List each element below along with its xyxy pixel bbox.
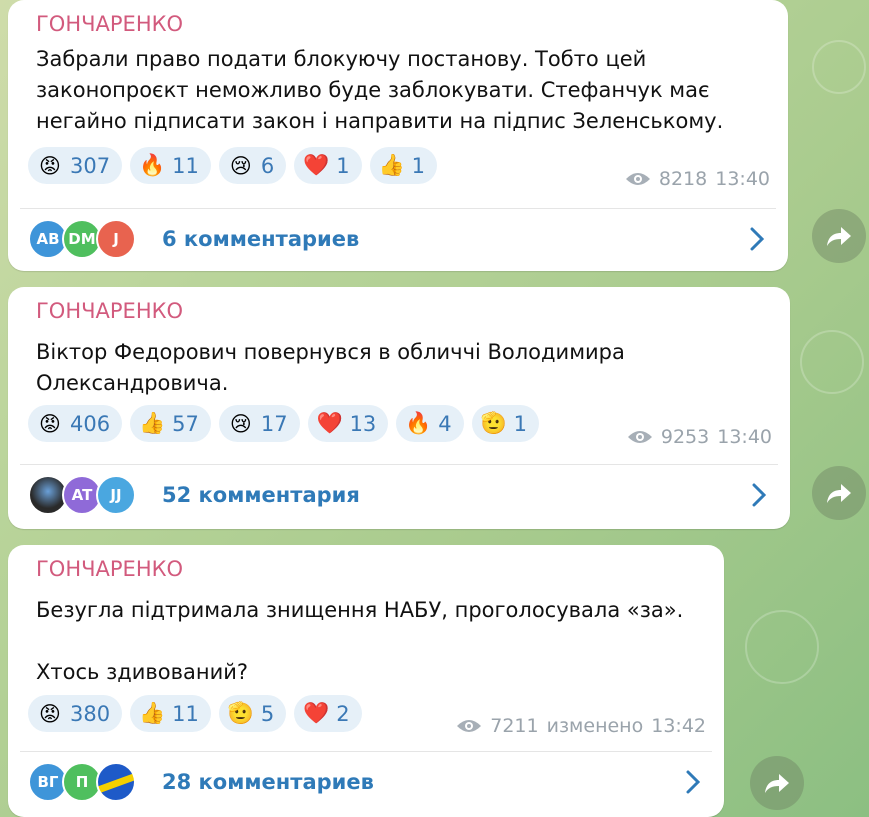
crying-face-icon: 😢 xyxy=(229,411,252,436)
chevron-right-icon xyxy=(686,770,701,794)
reaction-thumbs-up[interactable]: 👍 1 xyxy=(369,147,437,184)
chevron-right-icon xyxy=(752,483,767,507)
reaction-count: 1 xyxy=(513,411,528,436)
reaction-count: 4 xyxy=(438,411,452,436)
reaction-fire[interactable]: 🔥 4 xyxy=(396,405,464,442)
eye-icon xyxy=(457,720,482,732)
comments-count-label: 28 комментариев xyxy=(162,770,374,794)
message-text: Забрали право подати блокуючу постанову.… xyxy=(36,47,724,133)
saluting-face-icon: 🫡 xyxy=(480,411,507,435)
commenter-avatars: ВГ П xyxy=(28,762,148,802)
reaction-count: 11 xyxy=(172,701,199,726)
background-doodle xyxy=(812,40,866,94)
view-count: 7211 xyxy=(490,715,539,737)
message-bubble: ГОНЧАРЕНКО Безугла підтримала знищення Н… xyxy=(8,545,724,817)
reaction-angry[interactable]: 😡 307 xyxy=(28,147,123,184)
message-sender[interactable]: ГОНЧАРЕНКО xyxy=(36,299,183,323)
reaction-count: 307 xyxy=(70,153,111,178)
reaction-count: 380 xyxy=(70,701,111,726)
avatar xyxy=(96,762,136,802)
reaction-angry[interactable]: 😡 380 xyxy=(28,695,123,732)
comments-link[interactable]: AB DM J 6 комментариев xyxy=(8,208,788,270)
background-doodle xyxy=(745,610,819,684)
message-bubble: ГОНЧАРЕНКО Віктор Федорович повернувся в… xyxy=(8,287,790,529)
share-button[interactable] xyxy=(812,466,866,520)
reaction-count: 406 xyxy=(70,411,111,436)
thumbs-up-icon: 👍 xyxy=(378,153,405,177)
reaction-thumbs-up[interactable]: 👍 11 xyxy=(130,695,211,732)
comments-link[interactable]: ВГ П 28 комментариев xyxy=(8,751,724,813)
angry-face-icon: 😡 xyxy=(39,153,61,178)
fire-icon: 🔥 xyxy=(405,411,432,435)
message-bubble: ГОНЧАРЕНКО Забрали право подати блокуючу… xyxy=(8,0,788,271)
avatar: JJ xyxy=(96,475,136,515)
comments-count-label: 52 комментария xyxy=(162,483,360,507)
reaction-heart[interactable]: ❤️ 2 xyxy=(294,695,362,732)
angry-face-icon: 😡 xyxy=(39,701,61,726)
share-button[interactable] xyxy=(812,209,866,263)
share-arrow-icon xyxy=(765,774,789,793)
reaction-thumbs-up[interactable]: 👍 57 xyxy=(130,405,211,442)
background-doodle xyxy=(800,330,864,394)
reactions-bar: 😡 380 👍 11 🫡 5 ❤️ 2 xyxy=(28,695,362,732)
view-count: 8218 xyxy=(658,168,708,190)
reaction-count: 6 xyxy=(260,153,275,178)
reactions-bar: 😡 406 👍 57 😢 17 ❤️ 13 🔥 4 🫡 1 xyxy=(28,405,540,442)
reaction-salute[interactable]: 🫡 5 xyxy=(218,695,287,732)
message-sender[interactable]: ГОНЧАРЕНКО xyxy=(36,557,183,581)
reaction-cry[interactable]: 😢 6 xyxy=(218,147,287,184)
edited-label: изменено xyxy=(546,715,644,737)
message-text: Безугла підтримала знищення НАБУ, прогол… xyxy=(36,598,684,684)
reaction-count: 1 xyxy=(411,153,425,178)
reactions-bar: 😡 307 🔥 11 😢 6 ❤️ 1 👍 1 xyxy=(28,147,437,184)
message-time: 13:40 xyxy=(715,168,770,190)
message-time: 13:42 xyxy=(651,715,706,737)
reaction-heart[interactable]: ❤️ 1 xyxy=(294,147,362,184)
reaction-count: 5 xyxy=(260,701,275,726)
thumbs-up-icon: 👍 xyxy=(139,701,166,725)
message-time: 13:40 xyxy=(717,426,772,448)
reaction-angry[interactable]: 😡 406 xyxy=(28,405,123,442)
reaction-count: 17 xyxy=(260,411,288,436)
reaction-salute[interactable]: 🫡 1 xyxy=(471,405,540,442)
chevron-right-icon xyxy=(750,227,765,251)
message-sender[interactable]: ГОНЧАРЕНКО xyxy=(36,12,183,36)
commenter-avatars: AB DM J xyxy=(28,219,148,259)
reaction-count: 57 xyxy=(172,411,199,436)
reaction-fire[interactable]: 🔥 11 xyxy=(130,147,211,184)
thumbs-up-icon: 👍 xyxy=(139,411,166,435)
eye-icon xyxy=(625,173,650,185)
reaction-count: 13 xyxy=(349,411,377,436)
saluting-face-icon: 🫡 xyxy=(227,701,254,725)
share-arrow-icon xyxy=(827,484,851,503)
crying-face-icon: 😢 xyxy=(229,153,252,178)
heart-icon: ❤️ xyxy=(316,411,343,435)
heart-icon: ❤️ xyxy=(303,701,330,725)
avatar: J xyxy=(96,219,136,259)
reaction-count: 1 xyxy=(336,153,350,178)
angry-face-icon: 😡 xyxy=(39,411,61,436)
view-count: 9253 xyxy=(660,426,710,448)
reaction-cry[interactable]: 😢 17 xyxy=(218,405,300,442)
eye-icon xyxy=(627,431,652,443)
comments-link[interactable]: AT JJ 52 комментария xyxy=(8,464,790,526)
message-meta: 7211 изменено 13:42 xyxy=(456,715,706,737)
message-text: Віктор Федорович повернувся в обличчі Во… xyxy=(36,340,632,395)
fire-icon: 🔥 xyxy=(139,153,166,177)
reaction-heart[interactable]: ❤️ 13 xyxy=(307,405,389,442)
share-arrow-icon xyxy=(827,227,851,246)
reaction-count: 11 xyxy=(172,153,199,178)
heart-icon: ❤️ xyxy=(303,153,330,177)
comments-count-label: 6 комментариев xyxy=(162,227,360,251)
commenter-avatars: AT JJ xyxy=(28,475,148,515)
message-meta: 8218 13:40 xyxy=(625,168,770,190)
reaction-count: 2 xyxy=(336,701,350,726)
share-button[interactable] xyxy=(750,756,804,810)
message-meta: 9253 13:40 xyxy=(627,426,772,448)
